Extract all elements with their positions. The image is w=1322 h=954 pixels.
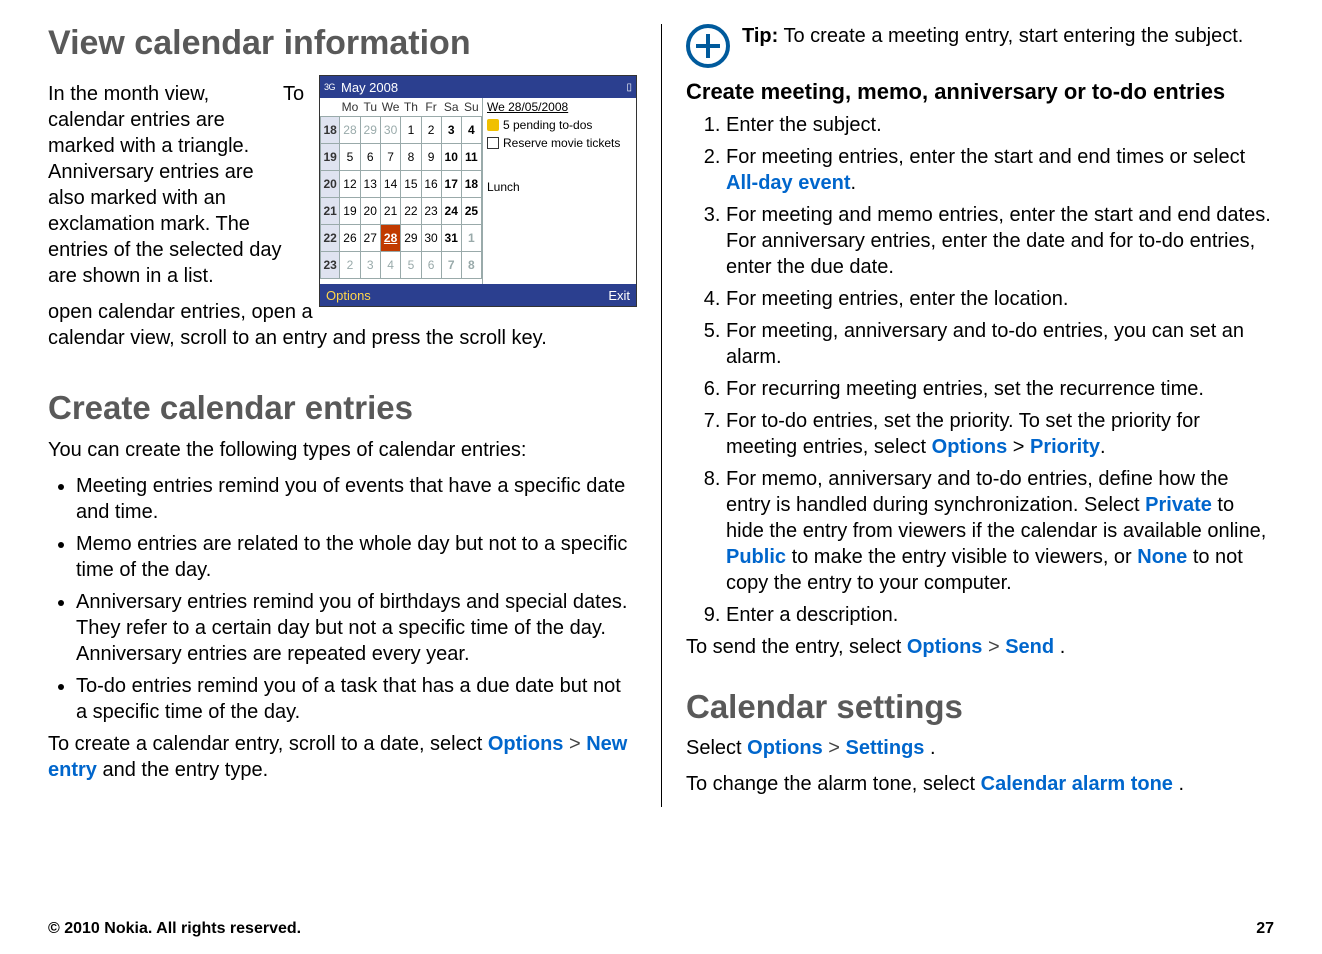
- day-entries-panel: We 28/05/2008 5 pending to-dos Reserve m…: [482, 98, 636, 284]
- text-span: .: [850, 172, 856, 194]
- list-item: Meeting entries remind you of events tha…: [76, 473, 637, 525]
- list-item: For meeting and memo entries, enter the …: [726, 202, 1274, 280]
- page-number: 27: [1256, 920, 1274, 938]
- heading-view-calendar: View calendar information: [48, 24, 637, 63]
- softkey-left: Options: [326, 288, 371, 303]
- screenshot-title: May 2008: [341, 80, 398, 95]
- plus-circle-icon: [686, 24, 730, 68]
- checkbox-icon: [487, 137, 499, 149]
- keyword: All-day event: [726, 172, 850, 194]
- create-intro: You can create the following types of ca…: [48, 437, 637, 463]
- entry-lunch: Lunch: [487, 180, 520, 194]
- send-entry-instruction: To send the entry, select Options > Send…: [686, 634, 1274, 660]
- breadcrumb-separator: >: [988, 636, 1005, 658]
- selected-date: We 28/05/2008: [487, 100, 632, 114]
- options-keyword: Options: [907, 636, 983, 658]
- copyright-text: © 2010 Nokia. All rights reserved.: [48, 920, 301, 938]
- month-grid: MoTuWeThFrSaSu18282930123419567891011201…: [320, 98, 482, 284]
- options-keyword: Options: [488, 733, 564, 755]
- alarm-tone-instruction: To change the alarm tone, select Calenda…: [686, 771, 1274, 797]
- keyword: Priority: [1030, 436, 1100, 458]
- text-span: to make the entry visible to viewers, or: [786, 546, 1137, 568]
- list-item: Enter the subject.: [726, 112, 1274, 138]
- text-span: and the entry type.: [102, 759, 268, 781]
- pending-todos: 5 pending to-dos: [503, 118, 592, 132]
- keyword: Private: [1145, 494, 1212, 516]
- battery-icon: ▯: [626, 82, 632, 93]
- heading-create-entries: Create calendar entries: [48, 389, 637, 427]
- list-item: For to-do entries, set the priority. To …: [726, 408, 1274, 460]
- text-span: .: [930, 737, 936, 759]
- list-item: For memo, anniversary and to-do entries,…: [726, 466, 1274, 596]
- keyword: Public: [726, 546, 786, 568]
- entry-reserve: Reserve movie tickets: [503, 136, 620, 150]
- text-span: .: [1060, 636, 1066, 658]
- settings-keyword: Settings: [846, 737, 925, 759]
- keyword: Options: [932, 436, 1008, 458]
- entry-types-list: Meeting entries remind you of events tha…: [48, 473, 637, 725]
- list-item: For recurring meeting entries, set the r…: [726, 376, 1274, 402]
- create-entry-instruction: To create a calendar entry, scroll to a …: [48, 731, 637, 783]
- text-span: To change the alarm tone, select: [686, 773, 981, 795]
- list-item: For meeting entries, enter the location.: [726, 286, 1274, 312]
- list-item: Anniversary entries remind you of birthd…: [76, 589, 637, 667]
- text-span: .: [1100, 436, 1106, 458]
- text-span: .: [1178, 773, 1184, 795]
- subheading-create-types: Create meeting, memo, anniversary or to-…: [686, 78, 1274, 106]
- options-keyword: Options: [747, 737, 823, 759]
- keyword: None: [1137, 546, 1187, 568]
- signal-indicator: 3G: [324, 82, 335, 92]
- steps-list: Enter the subject. For meeting entries, e…: [686, 112, 1274, 628]
- tip-text: To create a meeting entry, start enterin…: [778, 25, 1243, 47]
- calendar-alarm-tone-keyword: Calendar alarm tone: [981, 773, 1173, 795]
- heading-calendar-settings: Calendar settings: [686, 688, 1274, 726]
- text-span: To create a calendar entry, scroll to a …: [48, 733, 488, 755]
- settings-path: Select Options > Settings .: [686, 735, 1274, 761]
- breadcrumb-separator: >: [569, 733, 586, 755]
- list-item: Memo entries are related to the whole da…: [76, 531, 637, 583]
- text-span: For meeting entries, enter the start and…: [726, 146, 1245, 168]
- list-item: For meeting, anniversary and to-do entri…: [726, 318, 1274, 370]
- intro-paragraph-1: In the month view, calendar entries are …: [48, 81, 283, 289]
- text-span: To send the entry, select: [686, 636, 907, 658]
- list-item: To-do entries remind you of a task that …: [76, 673, 637, 725]
- send-keyword: Send: [1005, 636, 1054, 658]
- tip-label: Tip:: [742, 25, 778, 47]
- calendar-screenshot: 3G May 2008 ▯ MoTuWeThFrSaSu182829301234…: [319, 75, 637, 307]
- todo-icon: [487, 119, 499, 131]
- softkey-right: Exit: [608, 288, 630, 303]
- text-span: >: [1007, 436, 1030, 458]
- list-item: Enter a description.: [726, 602, 1274, 628]
- list-item: For meeting entries, enter the start and…: [726, 144, 1274, 196]
- breadcrumb-separator: >: [828, 737, 845, 759]
- text-span: Select: [686, 737, 747, 759]
- tip-block: Tip: To create a meeting entry, start en…: [686, 24, 1274, 68]
